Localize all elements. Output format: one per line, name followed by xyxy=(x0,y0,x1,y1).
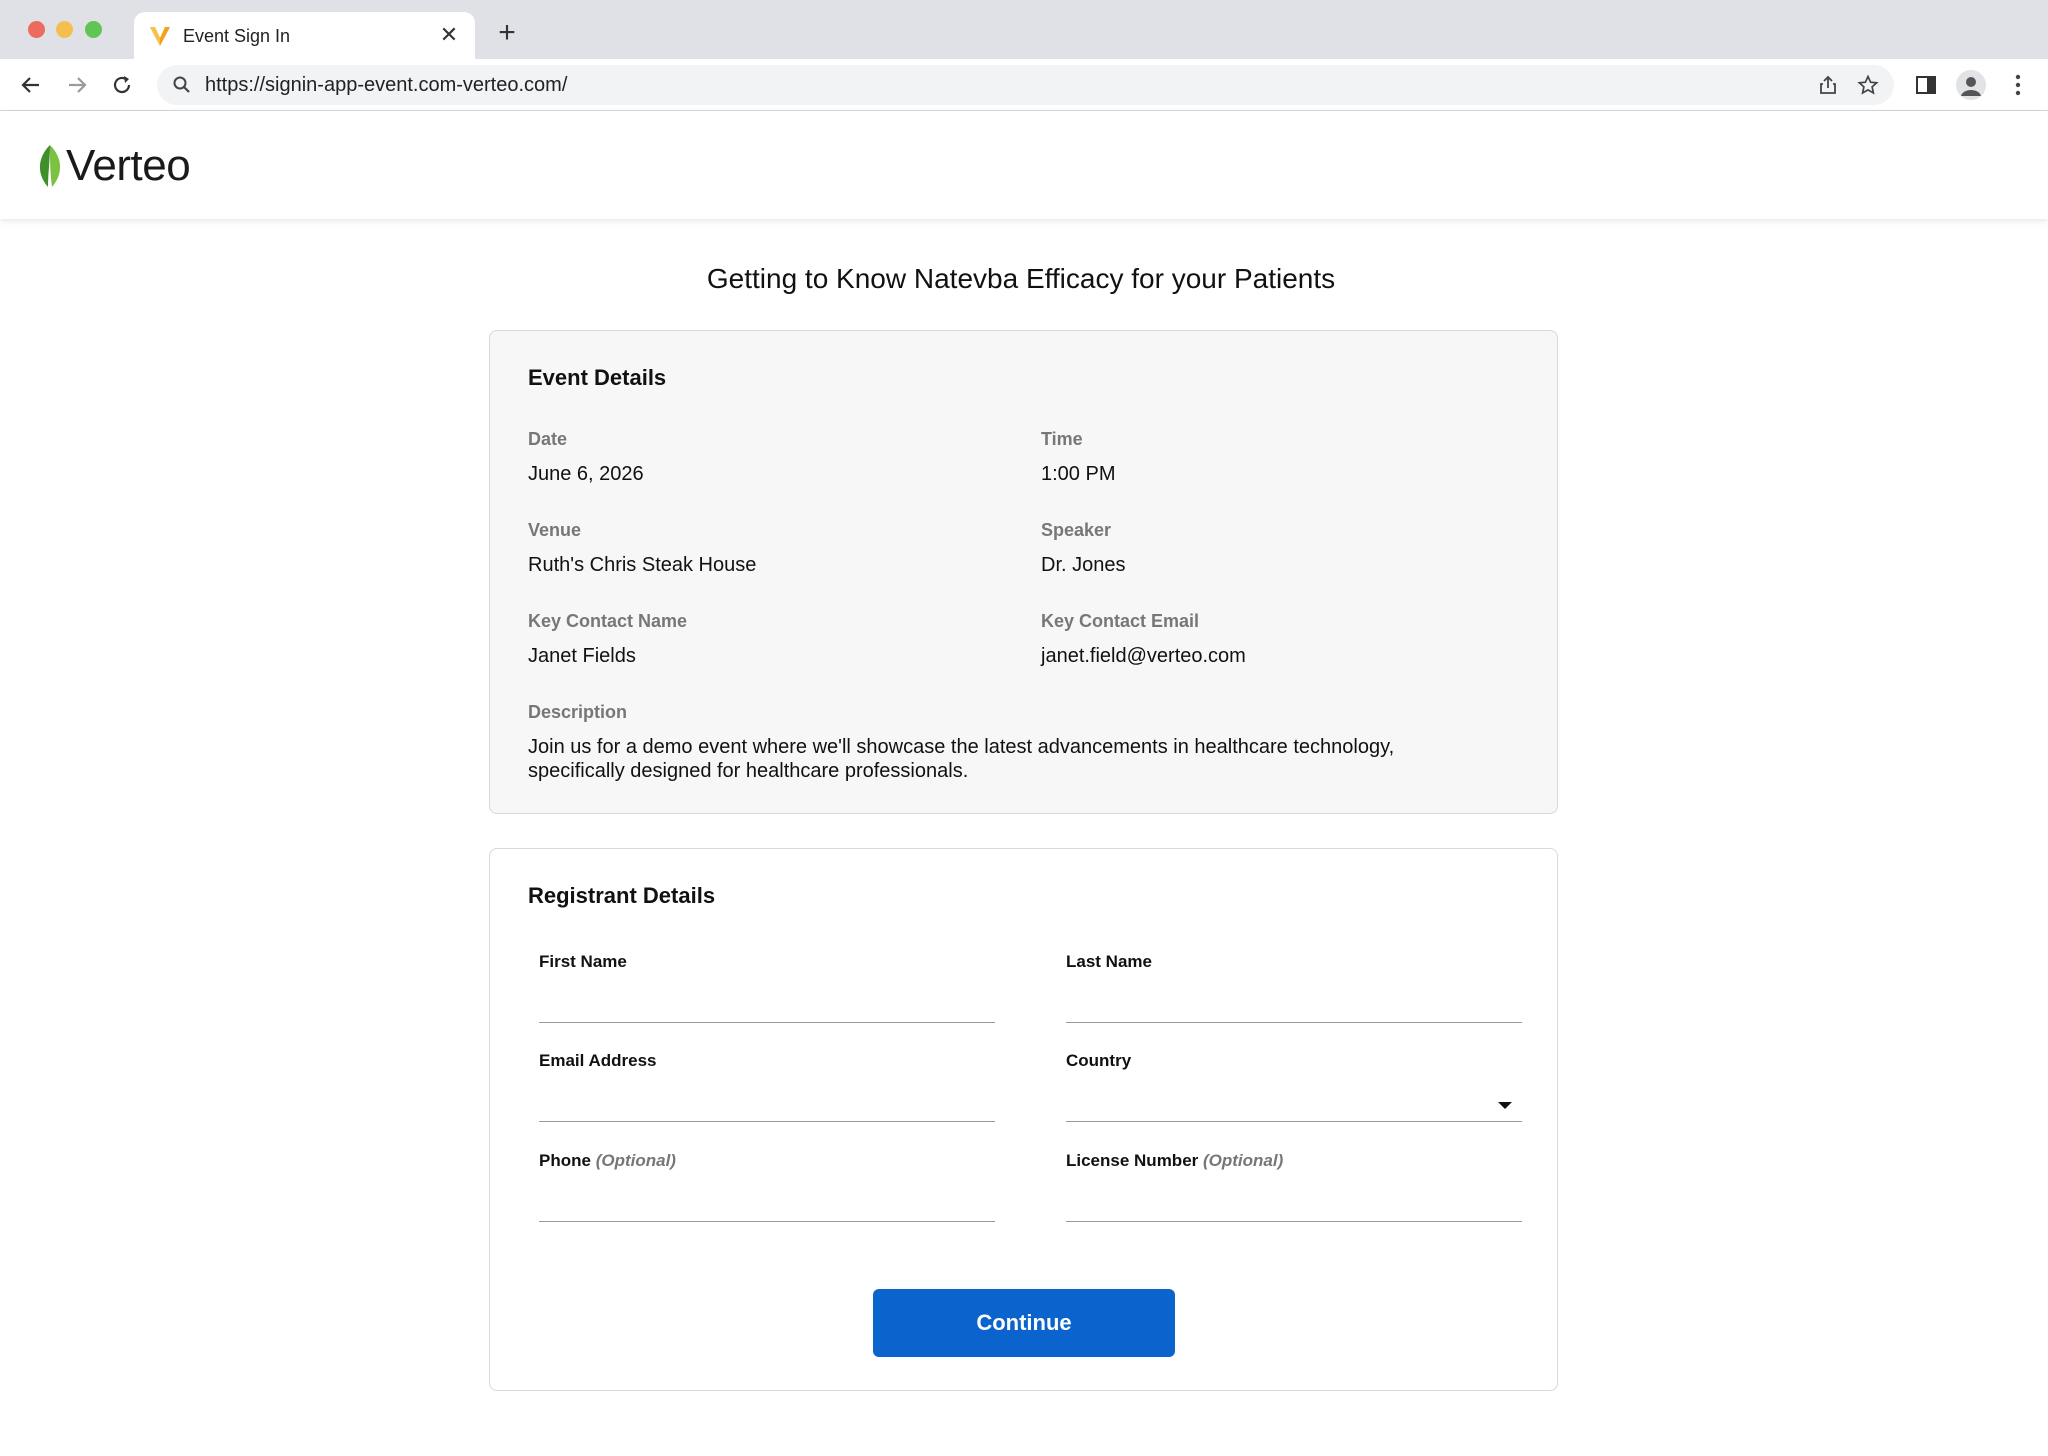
time-label: Time xyxy=(1041,429,1083,449)
phone-label: Phone (Optional) xyxy=(539,1150,995,1172)
tab-title: Event Sign In xyxy=(183,26,291,46)
date-label: Date xyxy=(528,429,568,449)
country-label: Country xyxy=(1066,1051,1132,1070)
phone-label-text: Phone xyxy=(539,1151,591,1170)
venue-value: Ruth's Chris Steak House xyxy=(528,554,757,576)
last-name-input[interactable] xyxy=(1066,989,1522,1023)
phone-field: Phone (Optional) xyxy=(539,1150,995,1230)
phone-optional-text: (Optional) xyxy=(595,1151,676,1170)
event-contact-name-field: Key Contact Name Janet Fields xyxy=(528,610,687,668)
bookmark-star-icon[interactable] xyxy=(1857,74,1879,96)
kebab-menu-icon[interactable] xyxy=(2006,71,2030,99)
country-select[interactable] xyxy=(1066,1088,1522,1122)
speaker-value: Dr. Jones xyxy=(1041,554,1126,576)
event-details-heading: Event Details xyxy=(528,365,667,390)
contact-name-value: Janet Fields xyxy=(528,645,636,667)
browser-tab-bar: Event Sign In ✕ + xyxy=(0,0,2048,59)
leaf-icon xyxy=(39,145,61,187)
contact-name-label: Key Contact Name xyxy=(528,611,688,631)
verteo-favicon-icon xyxy=(150,27,170,46)
site-header: Verteo xyxy=(0,111,2048,219)
window-close-button[interactable] xyxy=(28,21,45,38)
event-speaker-field: Speaker Dr. Jones xyxy=(1041,519,1125,577)
logo-wordmark: Verteo xyxy=(66,141,191,190)
event-details-card: Event Details Date June 6, 2026 Time 1:0… xyxy=(489,330,1558,814)
browser-tab-active[interactable]: Event Sign In ✕ xyxy=(134,12,475,59)
search-icon xyxy=(173,76,190,93)
browser-toolbar: https://signin-app-event.com-verteo.com/ xyxy=(0,59,2048,111)
new-tab-icon[interactable]: + xyxy=(492,18,522,48)
email-field: Email Address xyxy=(539,1050,995,1130)
registrant-details-heading: Registrant Details xyxy=(528,883,716,908)
license-label-text: License Number xyxy=(1066,1151,1199,1170)
contact-email-value: janet.field@verteo.com xyxy=(1041,645,1246,667)
first-name-label: First Name xyxy=(539,952,627,971)
last-name-field: Last Name xyxy=(1066,951,1522,1031)
tab-close-icon[interactable]: ✕ xyxy=(437,23,461,47)
description-label: Description xyxy=(528,702,628,722)
verteo-logo[interactable]: Verteo xyxy=(36,141,191,191)
profile-avatar-icon[interactable] xyxy=(1956,70,1986,100)
event-description-field: Description Join us for a demo event whe… xyxy=(528,701,1488,783)
country-field: Country xyxy=(1066,1050,1522,1130)
license-optional-text: (Optional) xyxy=(1203,1151,1284,1170)
phone-input[interactable] xyxy=(539,1188,995,1222)
license-number-input[interactable] xyxy=(1066,1188,1522,1222)
last-name-label: Last Name xyxy=(1066,952,1152,971)
window-maximize-button[interactable] xyxy=(85,21,102,38)
speaker-label: Speaker xyxy=(1041,520,1112,540)
time-value: 1:00 PM xyxy=(1041,463,1116,485)
email-input[interactable] xyxy=(539,1088,995,1122)
event-date-field: Date June 6, 2026 xyxy=(528,428,644,486)
event-venue-field: Venue Ruth's Chris Steak House xyxy=(528,519,756,577)
contact-email-label: Key Contact Email xyxy=(1041,611,1200,631)
license-label: License Number (Optional) xyxy=(1066,1150,1522,1172)
venue-label: Venue xyxy=(528,520,582,540)
window-minimize-button[interactable] xyxy=(56,21,73,38)
back-arrow-icon[interactable] xyxy=(17,71,45,99)
reload-icon[interactable] xyxy=(108,71,136,99)
event-contact-email-field: Key Contact Email janet.field@verteo.com xyxy=(1041,610,1246,668)
url-text[interactable]: https://signin-app-event.com-verteo.com/ xyxy=(205,74,567,96)
continue-button[interactable]: Continue xyxy=(873,1289,1175,1357)
event-time-field: Time 1:00 PM xyxy=(1041,428,1115,486)
address-bar[interactable]: https://signin-app-event.com-verteo.com/ xyxy=(157,65,1894,105)
license-number-field: License Number (Optional) xyxy=(1066,1150,1522,1230)
date-value: June 6, 2026 xyxy=(528,463,644,485)
forward-arrow-icon[interactable] xyxy=(63,71,91,99)
first-name-input[interactable] xyxy=(539,989,995,1023)
description-value: Join us for a demo event where we'll sho… xyxy=(528,736,1395,782)
side-panel-icon[interactable] xyxy=(1914,73,1938,97)
email-label: Email Address xyxy=(539,1051,657,1070)
share-icon[interactable] xyxy=(1817,74,1839,96)
dropdown-caret-icon[interactable] xyxy=(1498,1102,1512,1109)
first-name-field: First Name xyxy=(539,951,995,1031)
page-title: Getting to Know Natevba Efficacy for you… xyxy=(706,263,1336,294)
